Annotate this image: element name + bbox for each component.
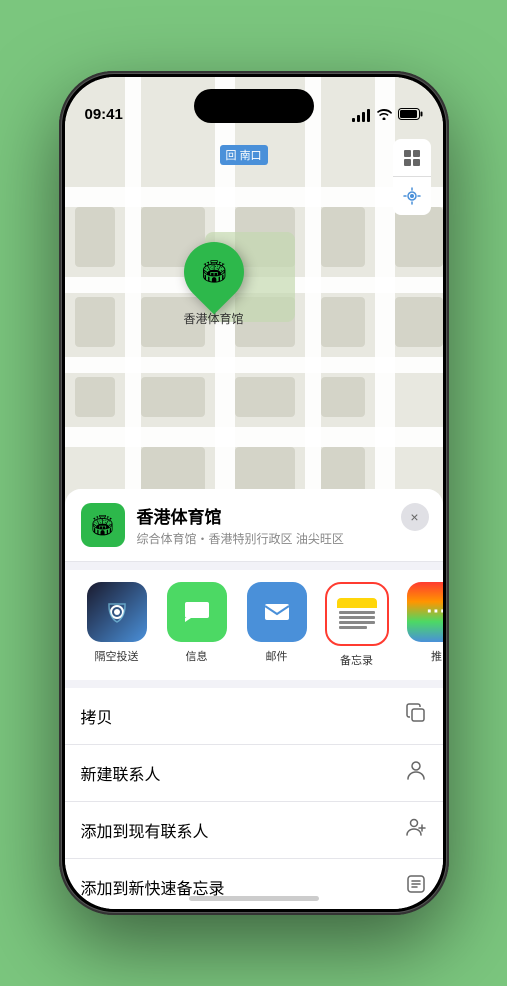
action-copy[interactable]: 拷贝 bbox=[65, 688, 443, 745]
pin-icon: 🏟 bbox=[171, 230, 256, 315]
notes-selected-border bbox=[325, 582, 389, 646]
action-list: 拷贝 新建联系人 bbox=[65, 688, 443, 909]
wifi-icon bbox=[376, 107, 392, 123]
notes-label: 备忘录 bbox=[340, 652, 373, 668]
share-item-more[interactable]: ··· 推 bbox=[401, 582, 443, 668]
place-header: 🏟 香港体育馆 综合体育馆・香港特别行政区 油尖旺区 × bbox=[65, 489, 443, 562]
pin-emoji: 🏟 bbox=[200, 259, 228, 285]
close-button[interactable]: × bbox=[401, 503, 429, 531]
signal-icon bbox=[352, 109, 370, 122]
status-icons bbox=[352, 107, 423, 125]
more-label: 推 bbox=[431, 648, 442, 664]
map-type-button[interactable] bbox=[393, 139, 431, 177]
action-add-existing-contact[interactable]: 添加到现有联系人 bbox=[65, 802, 443, 859]
messages-label: 信息 bbox=[186, 648, 208, 664]
mail-label: 邮件 bbox=[266, 648, 288, 664]
location-button[interactable] bbox=[393, 177, 431, 215]
action-add-existing-label: 添加到现有联系人 bbox=[81, 818, 209, 842]
home-indicator bbox=[189, 896, 319, 901]
airdrop-icon bbox=[87, 582, 147, 642]
stadium-pin: 🏟 香港体育馆 bbox=[184, 242, 244, 327]
share-item-airdrop[interactable]: 隔空投送 bbox=[81, 582, 153, 668]
action-copy-label: 拷贝 bbox=[81, 704, 113, 728]
phone-screen: 09:41 bbox=[65, 77, 443, 909]
map-controls bbox=[393, 139, 431, 215]
note-icon bbox=[405, 873, 427, 901]
dynamic-island bbox=[194, 89, 314, 123]
place-icon: 🏟 bbox=[81, 503, 125, 547]
status-time: 09:41 bbox=[85, 106, 123, 125]
share-item-mail[interactable]: 邮件 bbox=[241, 582, 313, 668]
action-new-contact-label: 新建联系人 bbox=[81, 761, 161, 785]
bottom-sheet: 🏟 香港体育馆 综合体育馆・香港特别行政区 油尖旺区 × bbox=[65, 489, 443, 909]
share-item-notes[interactable]: 备忘录 bbox=[321, 582, 393, 668]
person-add-icon bbox=[405, 816, 427, 844]
share-row: 隔空投送 信息 bbox=[65, 570, 443, 680]
mail-icon bbox=[247, 582, 307, 642]
battery-icon bbox=[398, 108, 423, 123]
copy-icon bbox=[405, 702, 427, 730]
notes-icon bbox=[329, 586, 385, 642]
messages-icon bbox=[167, 582, 227, 642]
action-new-contact[interactable]: 新建联系人 bbox=[65, 745, 443, 802]
more-icon: ··· bbox=[407, 582, 443, 642]
person-icon bbox=[405, 759, 427, 787]
share-item-messages[interactable]: 信息 bbox=[161, 582, 233, 668]
map-label: 回 南口 bbox=[220, 145, 268, 165]
place-info: 香港体育馆 综合体育馆・香港特别行政区 油尖旺区 bbox=[137, 503, 427, 547]
place-name: 香港体育馆 bbox=[137, 503, 427, 528]
phone-frame: 09:41 bbox=[59, 71, 449, 915]
action-add-note[interactable]: 添加到新快速备忘录 bbox=[65, 859, 443, 909]
map-area: 回 南口 bbox=[65, 77, 443, 557]
airdrop-label: 隔空投送 bbox=[95, 648, 139, 664]
place-subtitle: 综合体育馆・香港特别行政区 油尖旺区 bbox=[137, 530, 427, 547]
